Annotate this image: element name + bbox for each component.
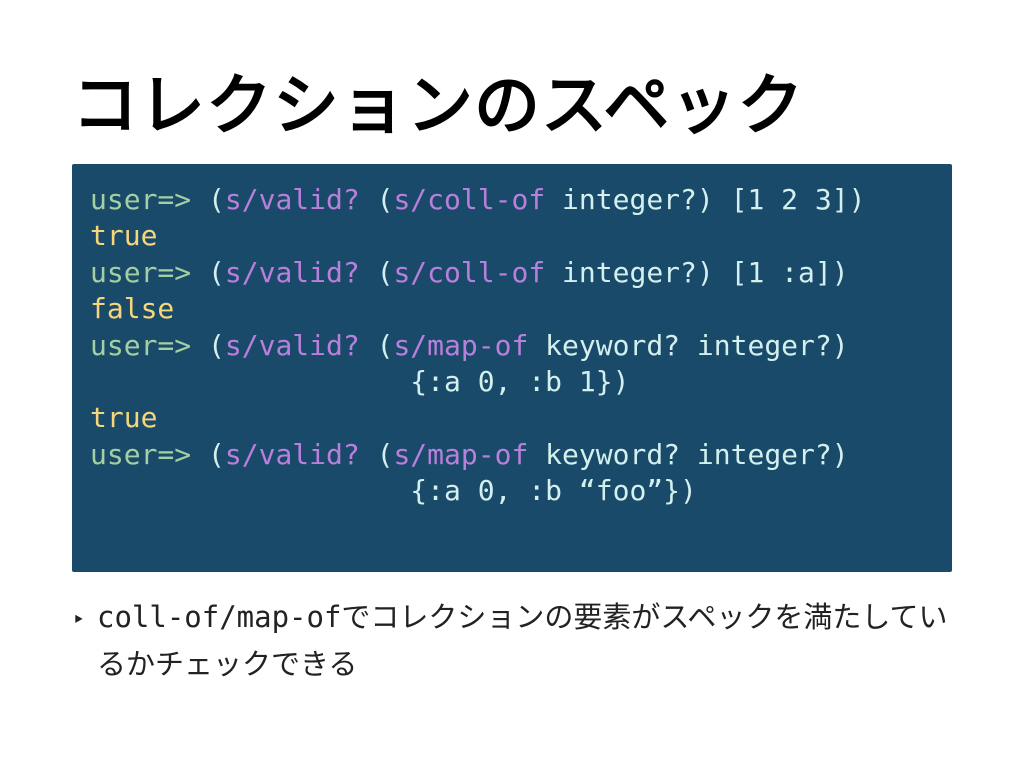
code-text: integer? [545,256,697,289]
code-text: ( [360,438,394,471]
code-text: ( [191,183,225,216]
bullet-text: coll-of/map-ofでコレクションの要素がスペックを満たしているかチェッ… [97,594,952,691]
code-text: ) [680,474,697,507]
code-text: keyword? integer? [528,438,831,471]
code-text: ) [697,183,731,216]
code-indent [90,365,410,398]
code-indent [90,474,410,507]
code-text: ( [360,256,394,289]
code-text: ( [191,438,225,471]
code-fn: s/valid? [225,438,360,471]
code-text: ) [697,256,731,289]
code-text: integer? [545,183,697,216]
repl-result: false [90,292,174,325]
code-fn: s/map-of [393,438,528,471]
code-text: ) [613,365,630,398]
code-map: {:a 0, :b 1} [410,365,612,398]
code-block: user=> (s/valid? (s/coll-of integer?) [1… [72,164,952,572]
code-text: ) [832,329,849,362]
code-fn: s/map-of [393,329,528,362]
code-fn: s/valid? [225,256,360,289]
code-fn: s/valid? [225,329,360,362]
code-text: ( [191,256,225,289]
code-text: ( [191,329,225,362]
code-vector: [1 :a] [731,256,832,289]
code-map: {:a 0, :b “foo”} [410,474,680,507]
code-text: ) [849,183,866,216]
code-text: keyword? integer? [528,329,831,362]
bullet-code: coll-of/map-of [97,600,341,634]
repl-prompt: user=> [90,183,191,216]
repl-prompt: user=> [90,256,191,289]
code-vector: [1 2 3] [731,183,849,216]
code-fn: s/coll-of [393,256,545,289]
slide-title: コレクションのスペック [72,52,952,148]
code-fn: s/coll-of [393,183,545,216]
repl-result: true [90,219,157,252]
code-text: ( [360,329,394,362]
code-text: ) [832,438,849,471]
code-text: ) [832,256,849,289]
repl-prompt: user=> [90,329,191,362]
bullet-item: ‣ coll-of/map-ofでコレクションの要素がスペックを満たしているかチ… [72,594,952,691]
code-fn: s/valid? [225,183,360,216]
slide: コレクションのスペック user=> (s/valid? (s/coll-of … [0,0,1024,768]
repl-result: true [90,401,157,434]
bullet-marker-icon: ‣ [72,602,85,638]
repl-prompt: user=> [90,438,191,471]
code-text: ( [360,183,394,216]
